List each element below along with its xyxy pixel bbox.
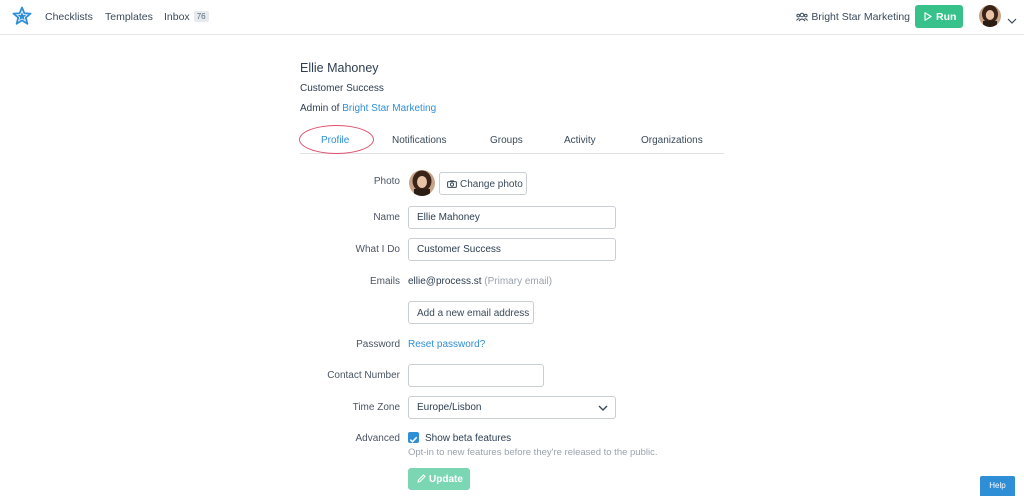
profile-tabs: Profile Notifications Groups Activity Or… bbox=[300, 127, 724, 154]
user-role: Customer Success bbox=[300, 83, 384, 94]
organization-name: Bright Star Marketing bbox=[811, 11, 910, 23]
time-zone-value: Europe/Lisbon bbox=[417, 402, 482, 413]
name-input[interactable]: Ellie Mahoney bbox=[408, 206, 616, 229]
nav-inbox[interactable]: Inbox 76 bbox=[164, 11, 209, 23]
time-zone-label: Time Zone bbox=[352, 402, 400, 413]
photo-label: Photo bbox=[373, 176, 400, 187]
password-label: Password bbox=[356, 339, 400, 350]
what-i-do-label: What I Do bbox=[355, 244, 400, 255]
primary-email: ellie@process.st (Primary email) bbox=[408, 276, 552, 287]
admin-org-link[interactable]: Bright Star Marketing bbox=[342, 103, 436, 114]
checkmark-icon bbox=[409, 436, 418, 443]
what-i-do-input[interactable]: Customer Success bbox=[408, 238, 616, 261]
inbox-count-badge: 76 bbox=[193, 11, 209, 22]
chevron-down-icon[interactable] bbox=[1007, 12, 1017, 30]
time-zone-select[interactable]: Europe/Lisbon bbox=[408, 396, 616, 419]
change-photo-button[interactable]: Change photo bbox=[439, 172, 527, 195]
beta-features-checkbox[interactable] bbox=[408, 432, 419, 443]
admin-prefix: Admin of bbox=[300, 103, 340, 114]
update-button-label: Update bbox=[429, 474, 463, 485]
primary-email-note: (Primary email) bbox=[484, 276, 553, 287]
play-icon bbox=[924, 12, 932, 21]
pencil-icon bbox=[417, 474, 426, 483]
help-button[interactable]: Help bbox=[980, 476, 1015, 496]
contact-number-label: Contact Number bbox=[327, 370, 400, 381]
run-button-label: Run bbox=[936, 11, 957, 23]
camera-icon bbox=[447, 180, 457, 188]
user-avatar[interactable] bbox=[979, 5, 1001, 27]
user-name-heading: Ellie Mahoney bbox=[300, 61, 379, 75]
admin-of-line: Admin of Bright Star Marketing bbox=[300, 103, 436, 114]
nav-templates[interactable]: Templates bbox=[105, 11, 153, 23]
nav-checklists[interactable]: Checklists bbox=[45, 11, 93, 23]
advanced-label: Advanced bbox=[355, 433, 400, 444]
contact-number-input[interactable] bbox=[408, 364, 544, 387]
update-button[interactable]: Update bbox=[408, 468, 470, 490]
group-icon bbox=[796, 12, 809, 25]
nav-inbox-label: Inbox bbox=[164, 11, 190, 23]
run-button[interactable]: Run bbox=[915, 5, 963, 28]
profile-photo bbox=[409, 170, 435, 196]
tab-profile[interactable]: Profile bbox=[321, 135, 349, 146]
email-value: ellie@process.st bbox=[408, 276, 482, 287]
tab-groups[interactable]: Groups bbox=[490, 135, 523, 146]
emails-label: Emails bbox=[369, 276, 400, 287]
add-email-button[interactable]: Add a new email address bbox=[408, 301, 534, 324]
beta-features-label[interactable]: Show beta features bbox=[425, 433, 511, 444]
star-logo-icon[interactable] bbox=[12, 6, 32, 26]
change-photo-label: Change photo bbox=[460, 179, 523, 190]
tab-organizations[interactable]: Organizations bbox=[641, 135, 703, 146]
beta-features-description: Opt-in to new features before they're re… bbox=[408, 447, 658, 458]
tab-notifications[interactable]: Notifications bbox=[392, 135, 446, 146]
name-label: Name bbox=[373, 212, 400, 223]
chevron-down-icon bbox=[598, 405, 608, 411]
organization-switcher[interactable]: Bright Star Marketing bbox=[796, 11, 910, 25]
tab-activity[interactable]: Activity bbox=[564, 135, 596, 146]
reset-password-link[interactable]: Reset password? bbox=[408, 339, 485, 350]
top-navigation: Checklists Templates Inbox 76 Bright Star… bbox=[0, 0, 1024, 35]
